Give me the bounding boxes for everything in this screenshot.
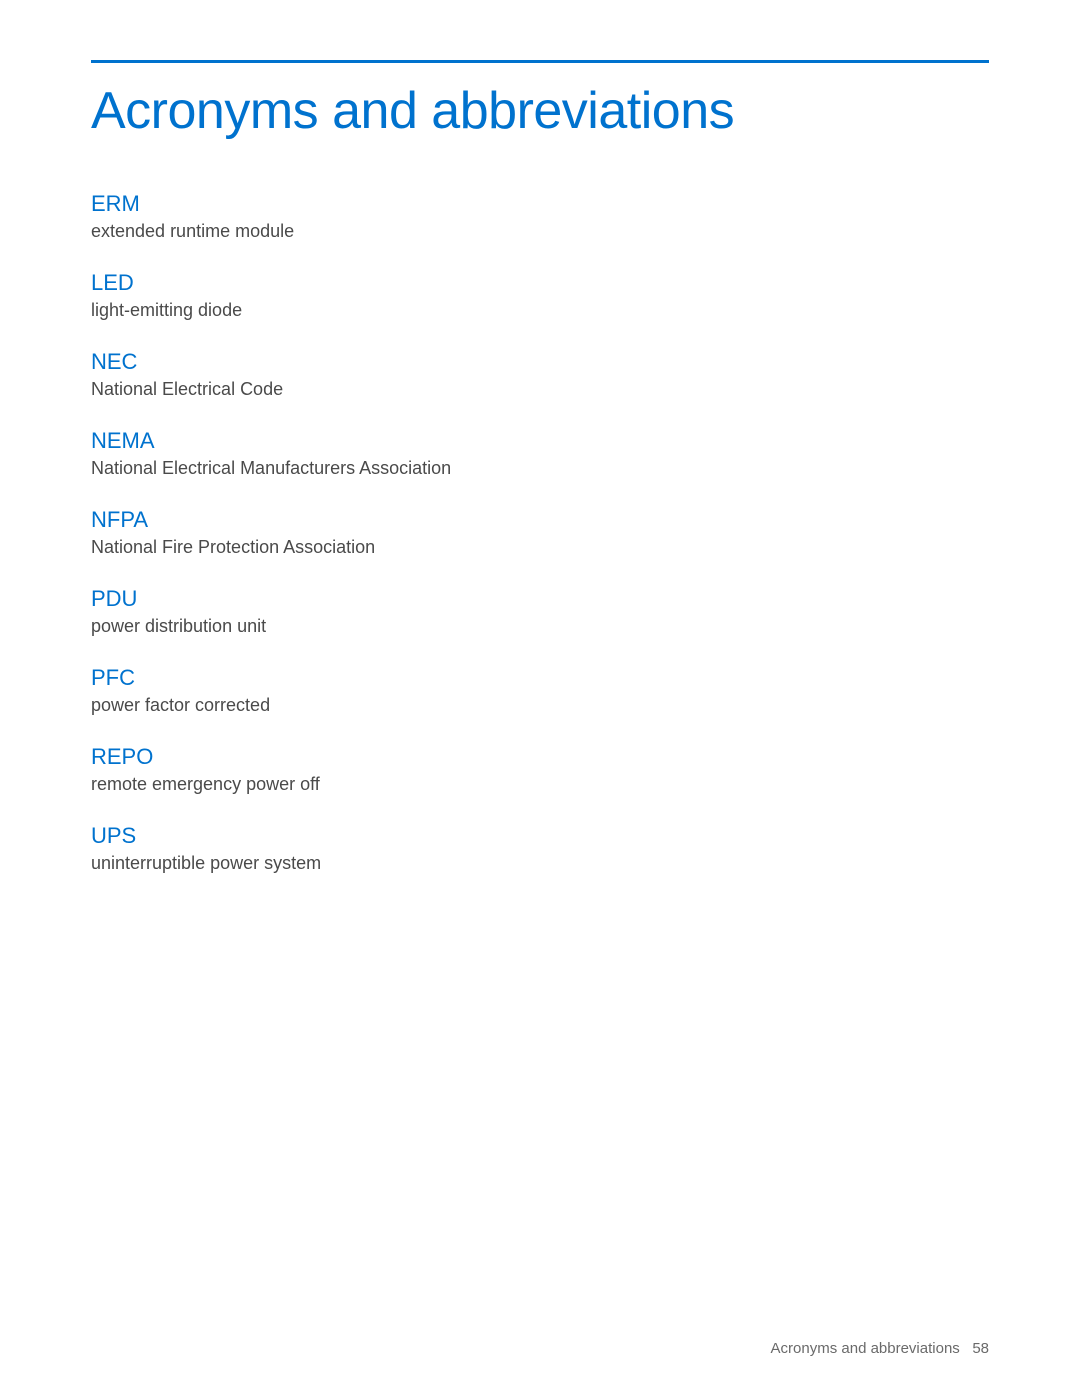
acronym-term: REPO [91,744,989,770]
acronym-term: NEC [91,349,989,375]
acronym-term: UPS [91,823,989,849]
acronym-entry: PDU power distribution unit [91,586,989,637]
acronym-entry: UPS uninterruptible power system [91,823,989,874]
acronym-term: NFPA [91,507,989,533]
acronym-entry: NEC National Electrical Code [91,349,989,400]
page-title: Acronyms and abbreviations [91,81,989,141]
footer-label: Acronyms and abbreviations [771,1340,960,1357]
acronym-entry: PFC power factor corrected [91,665,989,716]
top-rule [91,60,989,63]
acronym-definition: uninterruptible power system [91,853,989,874]
acronym-definition: power distribution unit [91,616,989,637]
acronym-definition: extended runtime module [91,221,989,242]
acronym-definition: remote emergency power off [91,774,989,795]
acronym-term: LED [91,270,989,296]
acronym-definition: National Electrical Manufacturers Associ… [91,458,989,479]
acronym-term: PFC [91,665,989,691]
acronym-term: PDU [91,586,989,612]
acronym-definition: power factor corrected [91,695,989,716]
footer-page: 58 [972,1340,989,1357]
acronym-entry: NFPA National Fire Protection Association [91,507,989,558]
acronym-entry: NEMA National Electrical Manufacturers As… [91,428,989,479]
acronym-term: ERM [91,191,989,217]
acronym-list: ERM extended runtime module LED light-emitt… [91,191,989,874]
acronym-definition: National Fire Protection Association [91,537,989,558]
page: Acronyms and abbreviations ERM extended r… [0,0,1080,1397]
acronym-entry: REPO remote emergency power off [91,744,989,795]
acronym-term: NEMA [91,428,989,454]
acronym-definition: National Electrical Code [91,379,989,400]
acronym-entry: LED light-emitting diode [91,270,989,321]
acronym-entry: ERM extended runtime module [91,191,989,242]
acronym-definition: light-emitting diode [91,300,989,321]
footer: Acronyms and abbreviations 58 [771,1340,989,1357]
